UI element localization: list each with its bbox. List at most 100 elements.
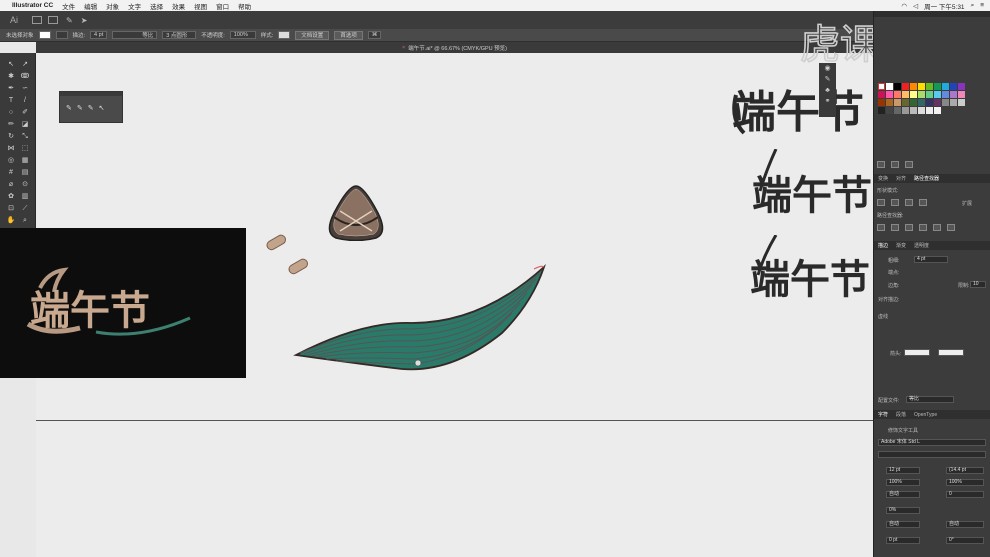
volume-icon[interactable]: ◁ <box>913 2 918 10</box>
zoom-tool-icon[interactable]: ⌕ <box>19 215 31 226</box>
swatch[interactable] <box>926 99 933 106</box>
swatch[interactable] <box>886 99 893 106</box>
width-tool-icon[interactable]: ⋈ <box>5 143 17 154</box>
graph-tool-icon[interactable]: ▥ <box>19 191 31 202</box>
swatch[interactable] <box>894 83 901 90</box>
lasso-tool-icon[interactable]: ↂ <box>19 71 31 82</box>
list-icon[interactable]: ≡ <box>980 2 984 9</box>
exclude-button[interactable] <box>919 199 927 206</box>
divide-button[interactable] <box>877 224 885 231</box>
crop-button[interactable] <box>919 224 927 231</box>
minus-back-button[interactable] <box>947 224 955 231</box>
swatch[interactable] <box>934 107 941 114</box>
logo-variant-3[interactable]: 端午节 <box>750 235 873 305</box>
stroke-weight-field[interactable]: 4 pt <box>90 31 108 39</box>
tab-gradient[interactable]: 渐变 <box>896 242 906 249</box>
baseline-shift-field[interactable]: 0 pt <box>886 537 920 544</box>
document-setup-button[interactable]: 文档设置 <box>295 30 330 40</box>
profile-select[interactable]: 等比 <box>906 396 954 403</box>
swatch[interactable] <box>958 99 965 106</box>
slice-tool-icon[interactable]: ⟋ <box>19 203 31 214</box>
menu-view[interactable]: 视图 <box>194 1 207 11</box>
close-tab-icon[interactable]: × <box>402 45 405 51</box>
swatch[interactable] <box>902 83 909 90</box>
brush-icon[interactable]: ✎ <box>66 16 73 25</box>
aki-right-field[interactable]: 自动 <box>946 521 984 528</box>
new-swatch-icon[interactable] <box>891 161 899 168</box>
swatch[interactable] <box>902 107 909 114</box>
swatch[interactable] <box>918 91 925 98</box>
links-icon[interactable]: ⚭ <box>819 96 836 107</box>
mesh-tool-icon[interactable]: # <box>5 167 17 178</box>
trim-button[interactable] <box>891 224 899 231</box>
magic-wand-tool-icon[interactable]: ✱ <box>5 71 17 82</box>
reed-leaf-illustration[interactable] <box>292 263 552 383</box>
swatch[interactable] <box>950 83 957 90</box>
swatch[interactable] <box>950 91 957 98</box>
tab-transform[interactable]: 变换 <box>878 175 888 182</box>
grid-icon[interactable] <box>48 16 58 24</box>
menu-file[interactable]: 文件 <box>62 1 75 11</box>
menu-help[interactable]: 帮助 <box>238 1 251 11</box>
paintbrush-tool-icon[interactable]: ✐ <box>19 107 31 118</box>
brush-tip-4-icon[interactable]: ↖ <box>99 104 105 112</box>
swatch[interactable] <box>878 99 885 106</box>
zongzi-illustration[interactable] <box>326 183 386 241</box>
search-icon[interactable]: ⌕ <box>971 2 975 10</box>
preferences-button[interactable]: 首选项 <box>334 30 363 40</box>
document-tab[interactable]: × 端午节.ai* @ 66.67% (CMYK/GPU 预览) <box>36 42 873 53</box>
swatch[interactable] <box>926 83 933 90</box>
swatch[interactable] <box>894 91 901 98</box>
arrowhead-start-select[interactable] <box>904 349 930 356</box>
arrowhead-end-select[interactable] <box>938 349 964 356</box>
swatch[interactable] <box>878 91 885 98</box>
tab-align[interactable]: 对齐 <box>896 175 906 182</box>
swatch[interactable] <box>886 83 893 90</box>
type-tool-icon[interactable]: T <box>5 95 17 106</box>
menu-window[interactable]: 窗口 <box>216 1 229 11</box>
swatch[interactable] <box>910 83 917 90</box>
vertical-scale-field[interactable]: 100% <box>886 479 920 486</box>
app-name-menu[interactable]: Illustrator CC <box>12 2 53 9</box>
hand-tool-icon[interactable]: ✋ <box>5 215 17 226</box>
menu-type[interactable]: 文字 <box>128 1 141 11</box>
font-family-select[interactable]: Adobe 宋体 Std L <box>878 439 986 446</box>
tab-opentype[interactable]: OpenType <box>914 412 937 418</box>
swatch-none[interactable] <box>878 83 885 90</box>
aki-left-field[interactable]: 自动 <box>886 521 920 528</box>
swatch-library-icon[interactable] <box>877 161 885 168</box>
swatch[interactable] <box>958 91 965 98</box>
pencil-tool-icon[interactable]: ✏ <box>5 119 17 130</box>
document-icon[interactable] <box>32 16 42 24</box>
tab-pathfinder[interactable]: 路径查找器 <box>914 175 939 182</box>
swatch[interactable] <box>934 83 941 90</box>
minus-front-button[interactable] <box>891 199 899 206</box>
swatch[interactable] <box>886 107 893 114</box>
blend-tool-icon[interactable]: ⊙ <box>19 179 31 190</box>
opacity-field[interactable]: 100% <box>229 31 256 39</box>
font-style-select[interactable] <box>878 451 986 458</box>
swatch[interactable] <box>950 99 957 106</box>
pen-tool-icon[interactable]: ✒ <box>5 83 17 94</box>
delete-swatch-icon[interactable] <box>905 161 913 168</box>
swatch[interactable] <box>918 99 925 106</box>
swatch[interactable] <box>910 107 917 114</box>
swatch[interactable] <box>934 91 941 98</box>
logo-variant-1[interactable]: 端午节 <box>732 75 872 139</box>
swatch[interactable] <box>878 107 885 114</box>
weight-field[interactable]: 4 pt <box>914 256 948 263</box>
brush-floating-panel[interactable]: ✎ ✎ ✎ ↖ <box>59 91 123 123</box>
scale-tool-icon[interactable]: ⤡ <box>19 131 31 142</box>
horizontal-scale-field[interactable]: 100% <box>946 479 984 486</box>
kerning-field[interactable]: 自动 <box>886 491 920 498</box>
brush-tip-2-icon[interactable]: ✎ <box>77 104 83 112</box>
swatch[interactable] <box>942 99 949 106</box>
brush-tip-3-icon[interactable]: ✎ <box>88 104 94 112</box>
gradient-tool-icon[interactable]: ▤ <box>19 167 31 178</box>
swatch[interactable] <box>926 91 933 98</box>
character-rotation-field[interactable]: 0° <box>946 537 984 544</box>
merge-button[interactable] <box>905 224 913 231</box>
shape-builder-tool-icon[interactable]: ◎ <box>5 155 17 166</box>
tab-transparency[interactable]: 透明度 <box>914 242 929 249</box>
swatch[interactable] <box>902 91 909 98</box>
